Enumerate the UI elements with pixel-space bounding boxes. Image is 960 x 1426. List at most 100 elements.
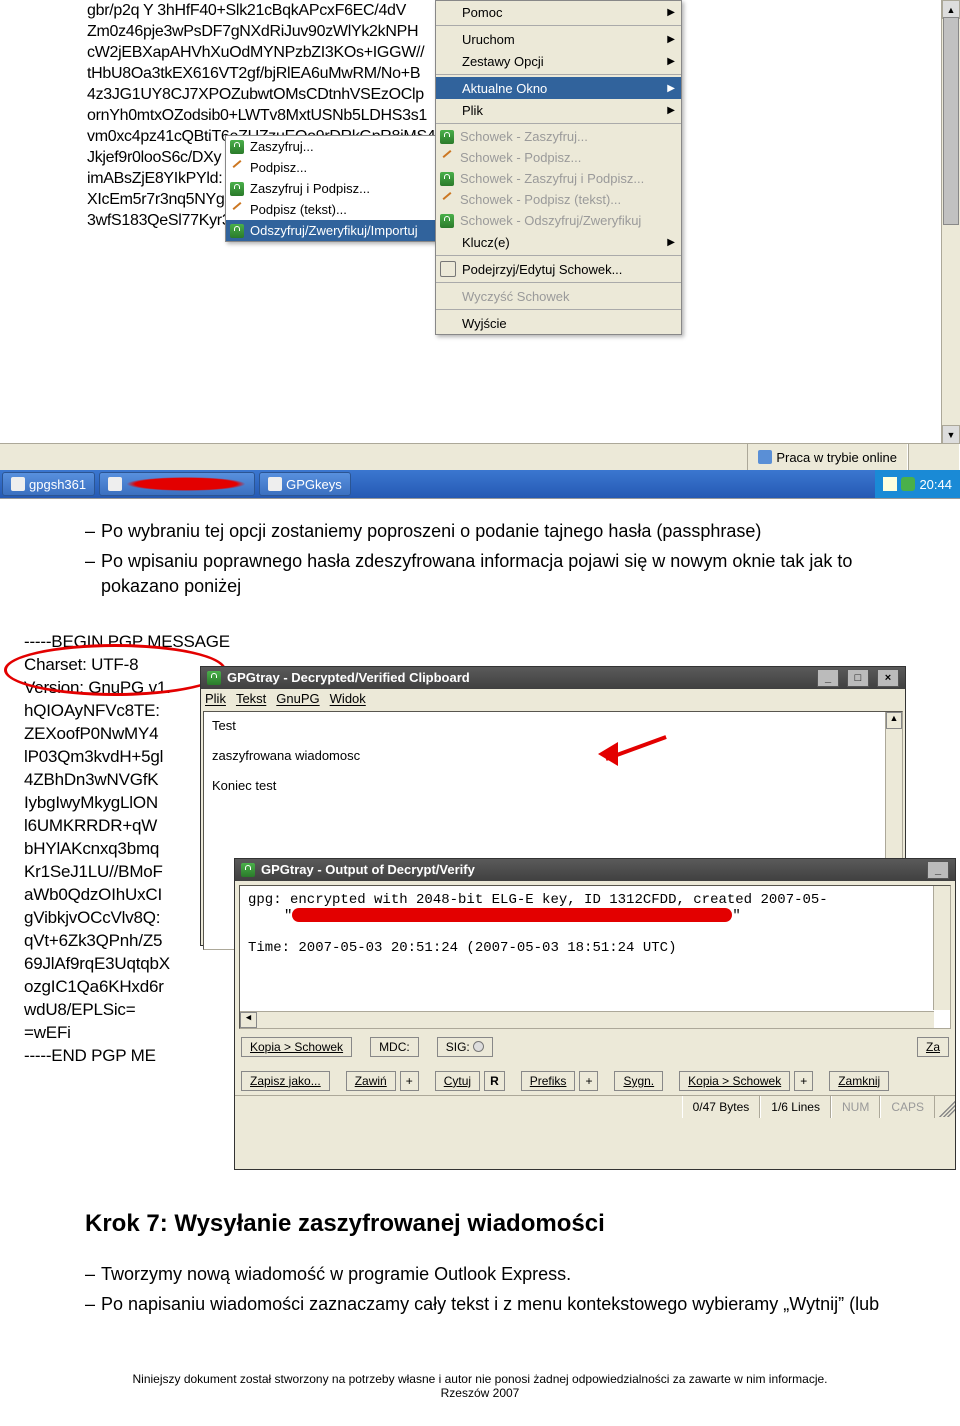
menubar-clipboard: Plik Tekst GnuPG Widok [201, 689, 905, 709]
button-cytuj[interactable]: Cytuj [435, 1071, 480, 1091]
window-title: GPGtray - Output of Decrypt/Verify [261, 862, 475, 877]
menuitem-clipboard-sign: Schowek - Podpisz... [436, 147, 681, 168]
chevron-right-icon: ▶ [667, 34, 675, 45]
titlebar-output[interactable]: GPGtray - Output of Decrypt/Verify _ [235, 859, 955, 881]
status-bytes: 0/47 Bytes [682, 1096, 761, 1118]
menu-widok[interactable]: Widok [330, 691, 366, 706]
menuitem-clipboard-sign-text: Schowek - Podpisz (tekst)... [436, 189, 681, 210]
menuitem-clear-clipboard: Wyczyść Schowek [436, 285, 681, 307]
windows-taskbar: gpgsh361 GPGkeys 20:44 [0, 470, 960, 498]
menuitem-preview-edit-clipboard[interactable]: Podejrzyj/Edytuj Schowek... [436, 258, 681, 280]
lock-icon [440, 130, 454, 144]
scrollbar-vertical[interactable]: ▲ ▼ [941, 0, 960, 444]
output-scrollbar-v[interactable] [933, 886, 950, 1010]
task-gpgsh361[interactable]: gpgsh361 [2, 472, 95, 496]
monitor-icon [758, 450, 772, 464]
button-kopia-schowek-2[interactable]: Kopia > Schowek [679, 1071, 790, 1091]
menuitem-clipboard-encrypt-sign: Schowek - Zaszyfruj i Podpisz... [436, 168, 681, 189]
page-footer: Niniejszy dokument został stworzony na p… [0, 1332, 960, 1400]
chevron-right-icon: ▶ [667, 105, 675, 116]
annotation-redaction [126, 477, 246, 491]
menuitem-exit[interactable]: Wyjście [436, 312, 681, 334]
button-mdc[interactable]: MDC: [370, 1037, 419, 1057]
annotation-redaction [292, 908, 732, 922]
tray-icon[interactable] [883, 477, 897, 491]
gpg-output-area[interactable]: gpg: encrypted with 2048-bit ELG-E key, … [239, 885, 951, 1029]
screenshot-decrypted-output: -----BEGIN PGP MESSAGE Charset: UTF-8 Ve… [0, 624, 960, 1194]
button-zapisz-jako[interactable]: Zapisz jako... [241, 1071, 330, 1091]
pen-icon [230, 161, 244, 175]
file-icon [11, 477, 25, 491]
output-scrollbar-h[interactable]: ◀ [240, 1011, 934, 1028]
menuitem-clipboard-encrypt: Schowek - Zaszyfruj... [436, 126, 681, 147]
statusbar-output: 0/47 Bytes 1/6 Lines NUM CAPS [235, 1095, 955, 1118]
paragraph-step7: Tworzymy nową wiadomość w programie Outl… [0, 1242, 960, 1333]
lock-icon [241, 863, 255, 877]
menuitem-help[interactable]: Pomoc▶ [436, 1, 681, 23]
lock-icon [440, 172, 454, 186]
lock-icon [207, 671, 221, 685]
button-r[interactable]: R [484, 1071, 505, 1091]
lock-icon [230, 182, 244, 196]
window-title: GPGtray - Decrypted/Verified Clipboard [227, 670, 470, 685]
clock: 20:44 [919, 477, 952, 492]
task-gpgkeys[interactable]: GPGkeys [259, 472, 351, 496]
menuitem-run[interactable]: Uruchom▶ [436, 28, 681, 50]
status-online: Praca w trybie online [747, 444, 908, 470]
button-sig[interactable]: SIG: [437, 1037, 493, 1057]
bullet-select-cut: Po napisaniu wiadomości zaznaczamy cały … [85, 1292, 900, 1316]
pen-icon [440, 151, 454, 165]
bullet-new-message: Tworzymy nową wiadomość w programie Outl… [85, 1262, 900, 1286]
button-zawin[interactable]: Zawiń [346, 1071, 396, 1091]
chevron-right-icon: ▶ [667, 56, 675, 67]
titlebar-clipboard[interactable]: GPGtray - Decrypted/Verified Clipboard _… [201, 667, 905, 689]
menu-tekst[interactable]: Tekst [236, 691, 266, 706]
button-row-1: Kopia > Schowek MDC: SIG: Za [235, 1033, 955, 1061]
button-za[interactable]: Za [917, 1037, 949, 1057]
status-lines: 1/6 Lines [760, 1096, 831, 1118]
lock-icon [440, 214, 454, 228]
maximize-button[interactable]: □ [847, 669, 869, 687]
tray-gpg-icon[interactable] [901, 477, 915, 491]
statusbar: Praca w trybie online [0, 443, 960, 470]
scroll-down-button[interactable]: ▼ [942, 425, 960, 444]
menuitem-keys[interactable]: Klucz(e)▶ [436, 231, 681, 253]
clipboard-icon [440, 261, 456, 277]
button-plus-2[interactable]: + [579, 1071, 598, 1091]
menuitem-decrypt-verify-import[interactable]: Odszyfruj/Zweryfikuj/Importuj [226, 220, 436, 241]
heading-step-7: Krok 7: Wysyłanie zaszyfrowanej wiadomoś… [0, 1194, 960, 1242]
menuitem-optionsets[interactable]: Zestawy Opcji▶ [436, 50, 681, 72]
menuitem-sign-text[interactable]: Podpisz (tekst)... [226, 199, 436, 220]
chevron-right-icon: ▶ [667, 7, 675, 18]
submenu-current-window: Zaszyfruj... Podpisz... Zaszyfruj i Podp… [225, 135, 437, 242]
status-caps: CAPS [880, 1096, 935, 1118]
menuitem-current-window[interactable]: Aktualne Okno▶ [436, 77, 681, 99]
minimize-button[interactable]: _ [927, 861, 949, 879]
menuitem-sign[interactable]: Podpisz... [226, 157, 436, 178]
chevron-right-icon: ▶ [667, 237, 675, 248]
task-redacted[interactable] [99, 472, 255, 496]
menuitem-encrypt[interactable]: Zaszyfruj... [226, 136, 436, 157]
scroll-thumb[interactable] [943, 17, 959, 225]
pen-icon [230, 203, 244, 217]
button-plus-3[interactable]: + [794, 1071, 813, 1091]
bullet-passphrase: Po wybraniu tej opcji zostaniemy poprosz… [85, 519, 900, 543]
button-kopia-schowek[interactable]: Kopia > Schowek [241, 1037, 352, 1057]
button-sygn[interactable]: Sygn. [614, 1071, 663, 1091]
screenshot-decrypt-menu: gbr/p2q Y 3hHfF40+Slk21cBqkAPcxF6EC/4dV … [0, 0, 960, 499]
menuitem-encrypt-sign[interactable]: Zaszyfruj i Podpisz... [226, 178, 436, 199]
pen-icon [440, 193, 454, 207]
status-num: NUM [831, 1096, 880, 1118]
resize-grip[interactable] [935, 1097, 955, 1117]
led-icon [473, 1041, 484, 1052]
close-button[interactable]: × [877, 669, 899, 687]
button-zamknij[interactable]: Zamknij [829, 1071, 889, 1091]
minimize-button[interactable]: _ [817, 669, 839, 687]
system-tray: 20:44 [875, 470, 960, 498]
button-prefiks[interactable]: Prefiks [521, 1071, 576, 1091]
menu-gnupg[interactable]: GnuPG [276, 691, 319, 706]
menu-plik[interactable]: Plik [205, 691, 226, 706]
button-plus-1[interactable]: + [400, 1071, 419, 1091]
annotation-red-circle [4, 644, 226, 696]
menuitem-file[interactable]: Plik▶ [436, 99, 681, 121]
